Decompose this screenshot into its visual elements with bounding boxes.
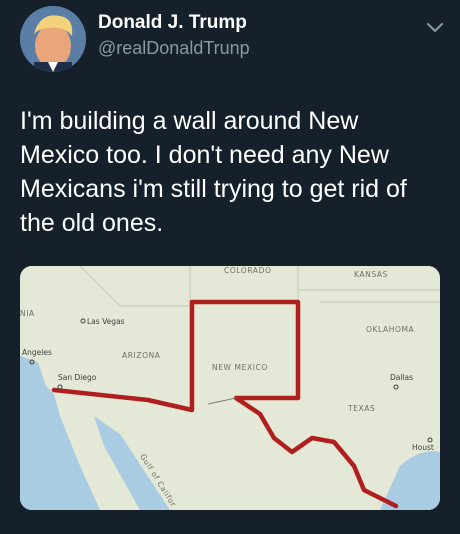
avatar[interactable] (20, 6, 86, 72)
author-name[interactable]: Donald J. Trump (98, 12, 247, 34)
chevron-down-icon[interactable] (424, 20, 446, 36)
label-arizona: ARIZONA (122, 351, 161, 360)
label-new-mexico: NEW MEXICO (212, 363, 268, 372)
author-handle[interactable]: @realDonaldTrunp (98, 38, 250, 59)
label-dallas: Dallas (390, 373, 413, 382)
label-las-vegas: Las Vegas (87, 317, 125, 326)
label-oklahoma: OKLAHOMA (366, 325, 415, 334)
label-colorado: COLORADO (224, 266, 271, 275)
tweet-text: I'm building a wall around New Mexico to… (20, 107, 407, 237)
profile-photo-icon (20, 6, 86, 72)
label-san-diego: San Diego (58, 373, 97, 382)
label-texas: TEXAS (347, 404, 375, 413)
label-kansas: KANSAS (354, 270, 388, 279)
label-california: NIA (20, 309, 35, 318)
map-image[interactable]: COLORADO KANSAS NIA Las Vegas OKLAHOMA A… (20, 266, 440, 510)
label-los-angeles: Angeles (22, 348, 52, 357)
label-houston: Houst (412, 443, 434, 452)
